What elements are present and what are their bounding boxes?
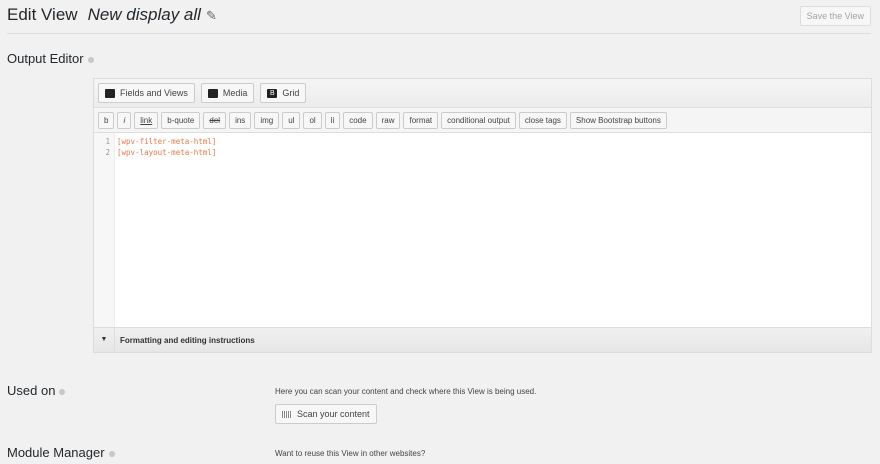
module-manager-description: Want to reuse this View in other website… — [275, 449, 426, 458]
ol-button[interactable]: ol — [303, 111, 322, 129]
button-label: Scan your content — [297, 409, 370, 419]
show-bootstrap-buttons-button[interactable]: Show Bootstrap buttons — [569, 111, 667, 129]
b-quote-button[interactable]: b-quote — [161, 111, 201, 129]
ul-button[interactable]: ul — [282, 111, 301, 129]
line-number: 1 — [105, 137, 110, 146]
media-button[interactable]: Media — [200, 83, 255, 103]
button-label: Media — [222, 88, 248, 98]
title-text: Edit View — [7, 5, 78, 24]
help-icon[interactable] — [59, 388, 66, 395]
barcode-icon — [282, 410, 292, 418]
output-editor-heading: Output Editor — [7, 51, 94, 66]
line-numbers: 12 — [94, 133, 115, 328]
raw-button[interactable]: raw — [375, 111, 401, 129]
close-tags-button[interactable]: close tags — [518, 111, 567, 129]
section-label: Used on — [7, 383, 56, 398]
used-on-description: Here you can scan your content and check… — [275, 387, 537, 396]
code-lines[interactable]: [wpv-filter-meta-html] [wpv-layout-meta-… — [117, 136, 216, 158]
grid-button[interactable]: B Grid — [260, 83, 307, 103]
fields-and-views-button[interactable]: Fields and Views — [98, 83, 195, 103]
scan-content-button[interactable]: Scan your content — [275, 404, 377, 424]
link-button[interactable]: link — [134, 111, 159, 129]
page-title: Edit View New display all ✎ — [7, 5, 217, 25]
view-name[interactable]: New display all — [88, 5, 201, 24]
editor-main-toolbar: Fields and Views Media B Grid — [94, 79, 871, 108]
help-icon[interactable] — [108, 450, 115, 457]
instructions-toggle[interactable]: ▼ Formatting and editing instructions — [94, 327, 871, 352]
line-number: 2 — [105, 148, 110, 157]
bootstrap-icon: B — [267, 88, 278, 98]
code-line[interactable]: [wpv-filter-meta-html] — [117, 136, 216, 147]
section-label: Output Editor — [7, 51, 84, 66]
ins-button[interactable]: ins — [229, 111, 252, 129]
editor-format-toolbar: b i link b-quote del ins img ul ol li co… — [94, 108, 871, 133]
section-label: Module Manager — [7, 445, 105, 460]
module-manager-heading: Module Manager — [7, 445, 115, 460]
save-view-button[interactable]: Save the View — [799, 6, 871, 26]
output-editor: Fields and Views Media B Grid b i link b-… — [93, 78, 872, 353]
del-button[interactable]: del — [203, 111, 227, 129]
li-button[interactable]: li — [324, 111, 341, 129]
button-label: Fields and Views — [120, 88, 188, 98]
button-label: Grid — [282, 88, 300, 98]
divider — [7, 33, 871, 34]
help-icon[interactable] — [87, 56, 94, 63]
fields-icon — [105, 88, 115, 98]
conditional-output-button[interactable]: conditional output — [441, 111, 516, 129]
code-line[interactable]: [wpv-layout-meta-html] — [117, 147, 216, 158]
image-icon — [207, 88, 218, 98]
code-editor[interactable]: 12 [wpv-filter-meta-html] [wpv-layout-me… — [94, 133, 871, 328]
img-button[interactable]: img — [254, 111, 280, 129]
code-button[interactable]: code — [343, 111, 373, 129]
used-on-heading: Used on — [7, 383, 66, 398]
italic-button[interactable]: i — [117, 111, 132, 129]
instructions-label: Formatting and editing instructions — [120, 335, 255, 345]
format-button[interactable]: format — [403, 111, 439, 129]
bold-button[interactable]: b — [98, 111, 115, 129]
pencil-icon[interactable]: ✎ — [206, 8, 217, 23]
caret-down-icon: ▼ — [94, 328, 115, 352]
